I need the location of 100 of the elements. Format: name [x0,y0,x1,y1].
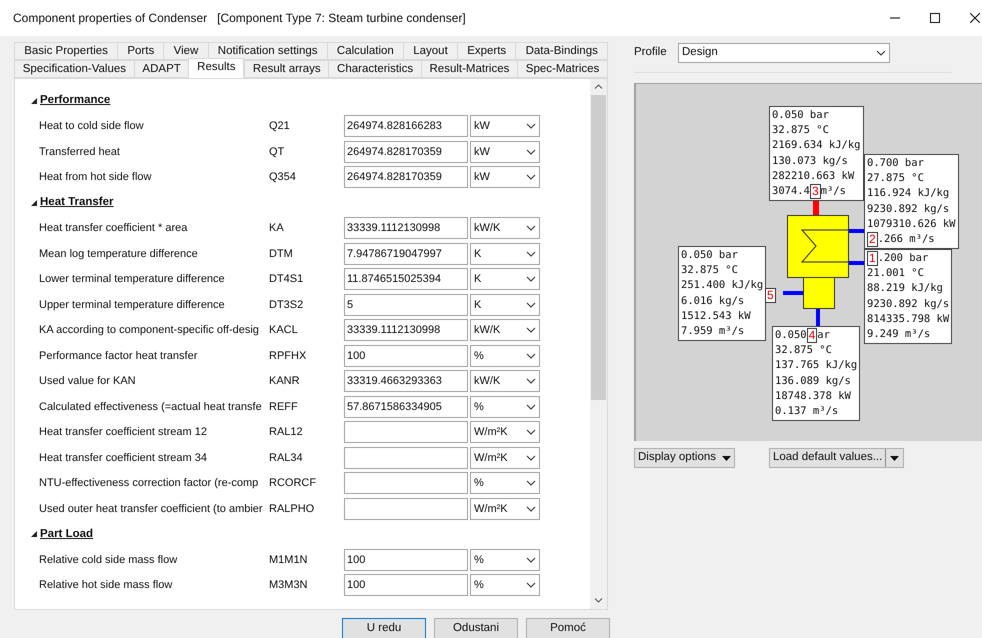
scroll-down-icon[interactable] [594,598,603,603]
field-label: Mean log temperature difference [38,246,199,262]
value-field[interactable]: 5 [344,294,468,316]
window-title: Component properties of Condenser [Component Type 7: Steam turbine condenser] [13,10,466,27]
tab[interactable]: View [163,42,208,60]
unit-dropdown[interactable]: % [470,344,540,367]
stream-info-box: 0.700 bar 27.875 °C 116.924 kJ/kg 9230.892 kg/s 1079310.626 kW 2 .266 m³/s [864,154,959,250]
triangle-down-icon [31,531,37,538]
chevron-down-icon [526,404,536,410]
port-number: 3 [810,184,821,200]
value-field[interactable] [344,498,468,520]
chevron-down-icon [526,276,536,282]
field-label: Calculated effectiveness (=actual heat transfe [38,400,263,414]
tab[interactable]: Result-Matrices [420,60,518,78]
value-field[interactable]: 264974.828170359 [344,166,468,188]
display-options-button[interactable]: Display options [634,448,735,468]
maximize-icon[interactable] [930,13,940,23]
chevron-down-icon [526,148,536,155]
tab[interactable]: Calculation [326,42,404,60]
scrollbar-thumb[interactable] [591,95,606,400]
chevron-down-icon [526,378,536,384]
unit-dropdown[interactable]: K [470,268,540,290]
tab[interactable]: Data-Bindings [515,42,608,60]
chevron-down-icon [526,250,536,257]
tab[interactable]: Experts [456,42,516,60]
field-code: DT4S1 [269,272,304,287]
tab[interactable]: Result arrays [244,60,328,78]
scrollbar[interactable] [590,79,607,609]
chevron-down-icon [526,174,536,180]
unit-dropdown[interactable]: K [470,294,540,316]
field-label: Relative hot side mass flow [38,578,174,593]
value-field[interactable]: 11.8746515025394 [344,268,468,290]
value-field[interactable]: 264974.828166283 [344,115,468,138]
chevron-down-icon [526,582,536,588]
field-label: Heat to cold side flow [38,119,145,134]
field-code: Q21 [269,119,291,134]
tab[interactable]: Basic Properties [14,42,118,60]
value-field[interactable]: 264974.828170359 [344,140,468,163]
value-field[interactable]: 100 [344,344,468,367]
unit-dropdown[interactable]: % [470,548,540,571]
field-code: M1M1N [269,552,309,568]
tab[interactable]: Characteristics [328,60,421,78]
unit-dropdown[interactable]: kW/K [470,217,540,240]
dialog-button[interactable]: U redu [342,618,426,638]
unit-dropdown[interactable]: kW/K [470,319,540,342]
field-code: Q354 [269,170,297,185]
unit-dropdown[interactable]: kW [470,140,540,163]
port-number: 4 [806,328,818,344]
tab[interactable]: Results [188,58,244,78]
value-field[interactable] [344,472,468,494]
field-label: Performance factor heat transfer [38,348,198,364]
scroll-up-icon[interactable] [594,84,603,89]
tab[interactable]: Layout [403,42,457,60]
value-field[interactable]: 100 [344,548,468,571]
field-code: RPFHX [269,348,308,364]
tab[interactable]: Specification-Values [14,60,134,78]
field-label: Relative cold side mass flow [38,552,178,568]
unit-dropdown[interactable]: W/m²K [470,421,540,444]
unit-dropdown[interactable]: kW/K [470,370,540,392]
field-label: Heat transfer coefficient * area [38,221,188,236]
section-header[interactable]: Performance [40,92,110,110]
value-field[interactable]: 100 [344,574,468,596]
dialog-button[interactable]: Odustani [434,618,518,638]
unit-dropdown[interactable]: % [470,472,540,494]
value-field[interactable]: 33339.1112130998 [344,319,468,342]
chevron-down-icon [526,506,536,512]
section-header[interactable]: Heat Transfer [40,194,114,212]
unit-dropdown[interactable]: kW [470,115,540,138]
profile-label: Profile [634,45,668,60]
tab[interactable]: Ports [117,42,164,60]
close-icon[interactable] [970,13,980,23]
chevron-down-icon [526,225,536,232]
tab[interactable]: ADAPT [134,60,188,78]
value-field[interactable]: 7.94786719047997 [344,242,468,265]
stream-info-box: 0.050 bar 32.875 °C 2169.634 kJ/kg 130.073 kg/s 282210.663 kW 3074.4 3 m³/s [769,106,864,202]
profile-dropdown[interactable]: Design [678,43,890,63]
value-field[interactable] [344,446,468,469]
tab[interactable]: Spec-Matrices [517,60,608,78]
dialog-button[interactable]: Pomoć [526,618,610,638]
value-field[interactable] [344,421,468,444]
unit-dropdown[interactable]: % [470,574,540,596]
field-code: M3M3N [269,578,309,593]
value-field[interactable]: 33339.1112130998 [344,217,468,240]
unit-dropdown[interactable]: W/m²K [470,498,540,520]
section-header[interactable]: Part Load [40,526,94,543]
chevron-down-icon [526,352,536,359]
value-field[interactable]: 57.8671586334905 [344,396,468,418]
tab[interactable]: Notification settings [208,42,327,60]
field-code: RCORCF [269,476,318,491]
unit-dropdown[interactable]: K [470,242,540,265]
value-field[interactable]: 33319.4663293363 [344,370,468,392]
field-label: KA according to component-specific off-desig [38,323,260,338]
unit-dropdown[interactable]: % [470,396,540,418]
field-code: DT3S2 [269,298,304,312]
unit-dropdown[interactable]: W/m²K [470,446,540,469]
chevron-down-icon [526,480,536,486]
triangle-down-icon [890,456,900,460]
field-code: KACL [269,323,299,338]
load-defaults-button[interactable]: Load default values... [768,448,904,468]
unit-dropdown[interactable]: kW [470,166,540,188]
